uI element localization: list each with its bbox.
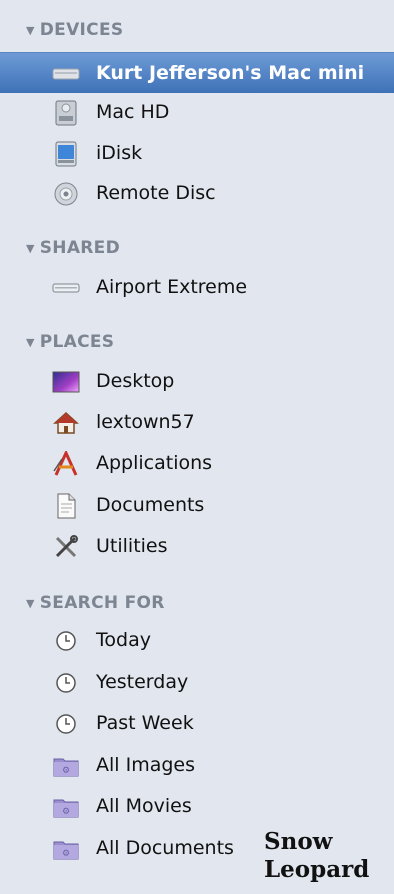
- home-icon: [52, 410, 80, 436]
- section-header-label: SEARCH FOR: [39, 593, 165, 613]
- utilities-icon: [52, 534, 80, 560]
- sidebar-item-label: Remote Disc: [96, 182, 216, 204]
- sidebar-item-label: Today: [96, 629, 151, 651]
- sidebar-item-label: All Movies: [96, 795, 192, 817]
- clock-icon: [52, 670, 80, 696]
- snow-leopard-caption: Snow Leopard: [264, 828, 392, 884]
- svg-text:⚙: ⚙: [62, 849, 70, 859]
- sidebar-item-label: Airport Extreme: [96, 276, 248, 298]
- smart-folder-icon: ⚙: [52, 836, 80, 862]
- sidebar-item-label: Utilities: [96, 535, 168, 557]
- section-header-places[interactable]: ▼ PLACES: [26, 332, 114, 352]
- airport-icon: [52, 275, 80, 301]
- caption-line-1: Snow: [264, 828, 333, 855]
- finder-sidebar: ▼ DEVICES Kurt Jefferson's Mac mini Mac H…: [0, 0, 394, 894]
- sidebar-item-label: All Images: [96, 754, 195, 776]
- sidebar-item-all-movies[interactable]: ⚙ All Movies: [0, 786, 394, 826]
- sidebar-item-documents[interactable]: Documents: [0, 485, 394, 525]
- smart-folder-icon: ⚙: [52, 753, 80, 779]
- sidebar-item-label: Kurt Jefferson's Mac mini: [96, 62, 365, 84]
- sidebar-item-label: Yesterday: [96, 671, 189, 693]
- desktop-icon: [52, 369, 80, 395]
- section-header-label: PLACES: [39, 332, 115, 352]
- section-header-shared[interactable]: ▼ SHARED: [26, 238, 120, 258]
- svg-text:⚙: ⚙: [62, 807, 70, 817]
- sidebar-item-all-images[interactable]: ⚙ All Images: [0, 745, 394, 785]
- idisk-icon: [52, 141, 80, 167]
- sidebar-item-mac-mini[interactable]: Kurt Jefferson's Mac mini: [0, 52, 394, 93]
- caption-line-2: Leopard: [264, 856, 370, 883]
- section-header-search-for[interactable]: ▼ SEARCH FOR: [26, 593, 165, 613]
- disclosure-triangle-icon[interactable]: ▼: [26, 336, 35, 349]
- sidebar-item-label: All Documents: [96, 837, 234, 859]
- sidebar-item-label: Desktop: [96, 370, 175, 392]
- disclosure-triangle-icon[interactable]: ▼: [26, 242, 35, 255]
- disclosure-triangle-icon[interactable]: ▼: [26, 597, 35, 610]
- sidebar-item-label: Past Week: [96, 712, 194, 734]
- section-header-devices[interactable]: ▼ DEVICES: [26, 20, 123, 40]
- mac-mini-icon: [52, 61, 80, 87]
- sidebar-item-today[interactable]: Today: [0, 620, 394, 660]
- clock-icon: [52, 628, 80, 654]
- sidebar-item-label: Mac HD: [96, 101, 170, 123]
- sidebar-item-mac-hd[interactable]: Mac HD: [0, 92, 394, 132]
- sidebar-item-label: Documents: [96, 494, 205, 516]
- sidebar-item-label: iDisk: [96, 142, 143, 164]
- sidebar-item-label: Applications: [96, 452, 213, 474]
- section-header-label: SHARED: [39, 238, 121, 258]
- sidebar-item-remote-disc[interactable]: Remote Disc: [0, 173, 394, 213]
- disclosure-triangle-icon[interactable]: ▼: [26, 24, 35, 37]
- disc-icon: [52, 181, 80, 207]
- applications-icon: [52, 451, 80, 477]
- smart-folder-icon: ⚙: [52, 794, 80, 820]
- sidebar-item-desktop[interactable]: Desktop: [0, 361, 394, 401]
- sidebar-item-home[interactable]: lextown57: [0, 402, 394, 442]
- section-header-label: DEVICES: [39, 20, 124, 40]
- sidebar-item-idisk[interactable]: iDisk: [0, 133, 394, 173]
- sidebar-item-utilities[interactable]: Utilities: [0, 526, 394, 566]
- sidebar-item-applications[interactable]: Applications: [0, 443, 394, 483]
- hard-drive-icon: [52, 100, 80, 126]
- documents-icon: [52, 493, 80, 519]
- sidebar-item-yesterday[interactable]: Yesterday: [0, 662, 394, 702]
- clock-icon: [52, 711, 80, 737]
- sidebar-item-label: lextown57: [96, 411, 195, 433]
- sidebar-item-airport-extreme[interactable]: Airport Extreme: [0, 267, 394, 307]
- sidebar-item-past-week[interactable]: Past Week: [0, 703, 394, 743]
- svg-text:⚙: ⚙: [62, 766, 70, 776]
